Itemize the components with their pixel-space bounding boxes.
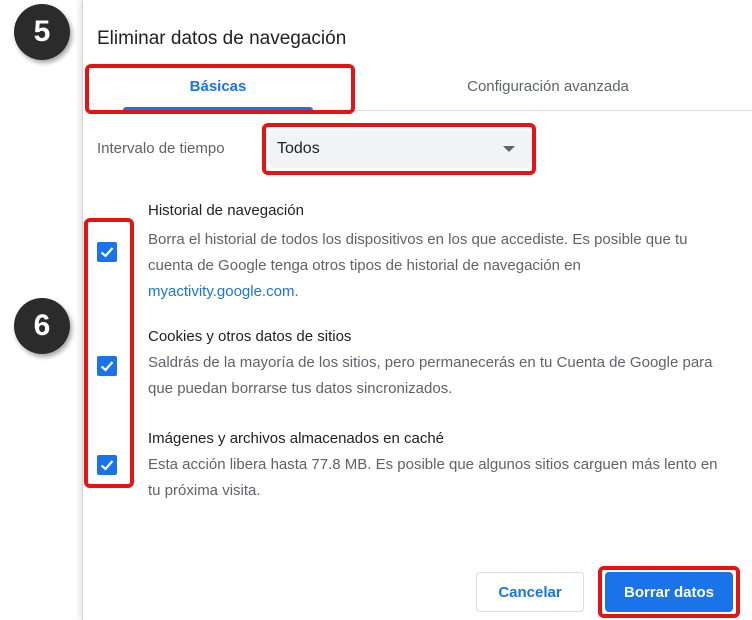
option-title: Historial de navegación: [148, 202, 304, 219]
checkbox-browsing-history[interactable]: [97, 242, 117, 262]
clear-browsing-data-dialog: Eliminar datos de navegación Básicas Con…: [82, 0, 752, 620]
link-suffix: .: [294, 283, 299, 300]
tab-advanced-label: Configuración avanzada: [467, 77, 629, 95]
option-description: Borra el historial de todos los disposit…: [148, 227, 728, 305]
option-title: Cookies y otros datos de sitios: [148, 328, 352, 345]
time-range-label: Intervalo de tiempo: [97, 140, 225, 157]
option-description: Esta acción libera hasta 77.8 MB. Es pos…: [148, 456, 718, 499]
checkmark-icon: [100, 460, 114, 471]
checkmark-icon: [100, 247, 114, 258]
clear-data-button[interactable]: Borrar datos: [605, 572, 733, 612]
cancel-button[interactable]: Cancelar: [476, 572, 584, 612]
dropdown-caret-icon: [503, 146, 515, 152]
checkbox-cached-images[interactable]: [97, 455, 117, 475]
time-range-value: Todos: [277, 140, 320, 157]
option-title: Imágenes y archivos almacenados en caché: [148, 430, 445, 447]
checkbox-cookies[interactable]: [97, 356, 117, 376]
time-range-select[interactable]: Todos: [269, 130, 531, 168]
tab-basic[interactable]: Básicas: [83, 62, 353, 110]
tab-advanced[interactable]: Configuración avanzada: [383, 62, 713, 110]
checkmark-icon: [100, 361, 114, 372]
option-description-text: Borra el historial de todos los disposit…: [148, 231, 688, 274]
active-tab-indicator: [123, 107, 313, 110]
option-description: Saldrás de la mayoría de los sitios, per…: [148, 354, 713, 397]
screenshot-stage: 5 6 Eliminar datos de navegación Básicas…: [0, 0, 752, 620]
step-badge-6: 6: [14, 298, 70, 354]
tab-bar: Básicas Configuración avanzada: [83, 62, 752, 111]
myactivity-link[interactable]: myactivity.google.com: [148, 283, 294, 300]
tab-basic-label: Básicas: [189, 77, 247, 95]
step-badge-5: 5: [14, 4, 70, 60]
dialog-title: Eliminar datos de navegación: [97, 28, 347, 49]
